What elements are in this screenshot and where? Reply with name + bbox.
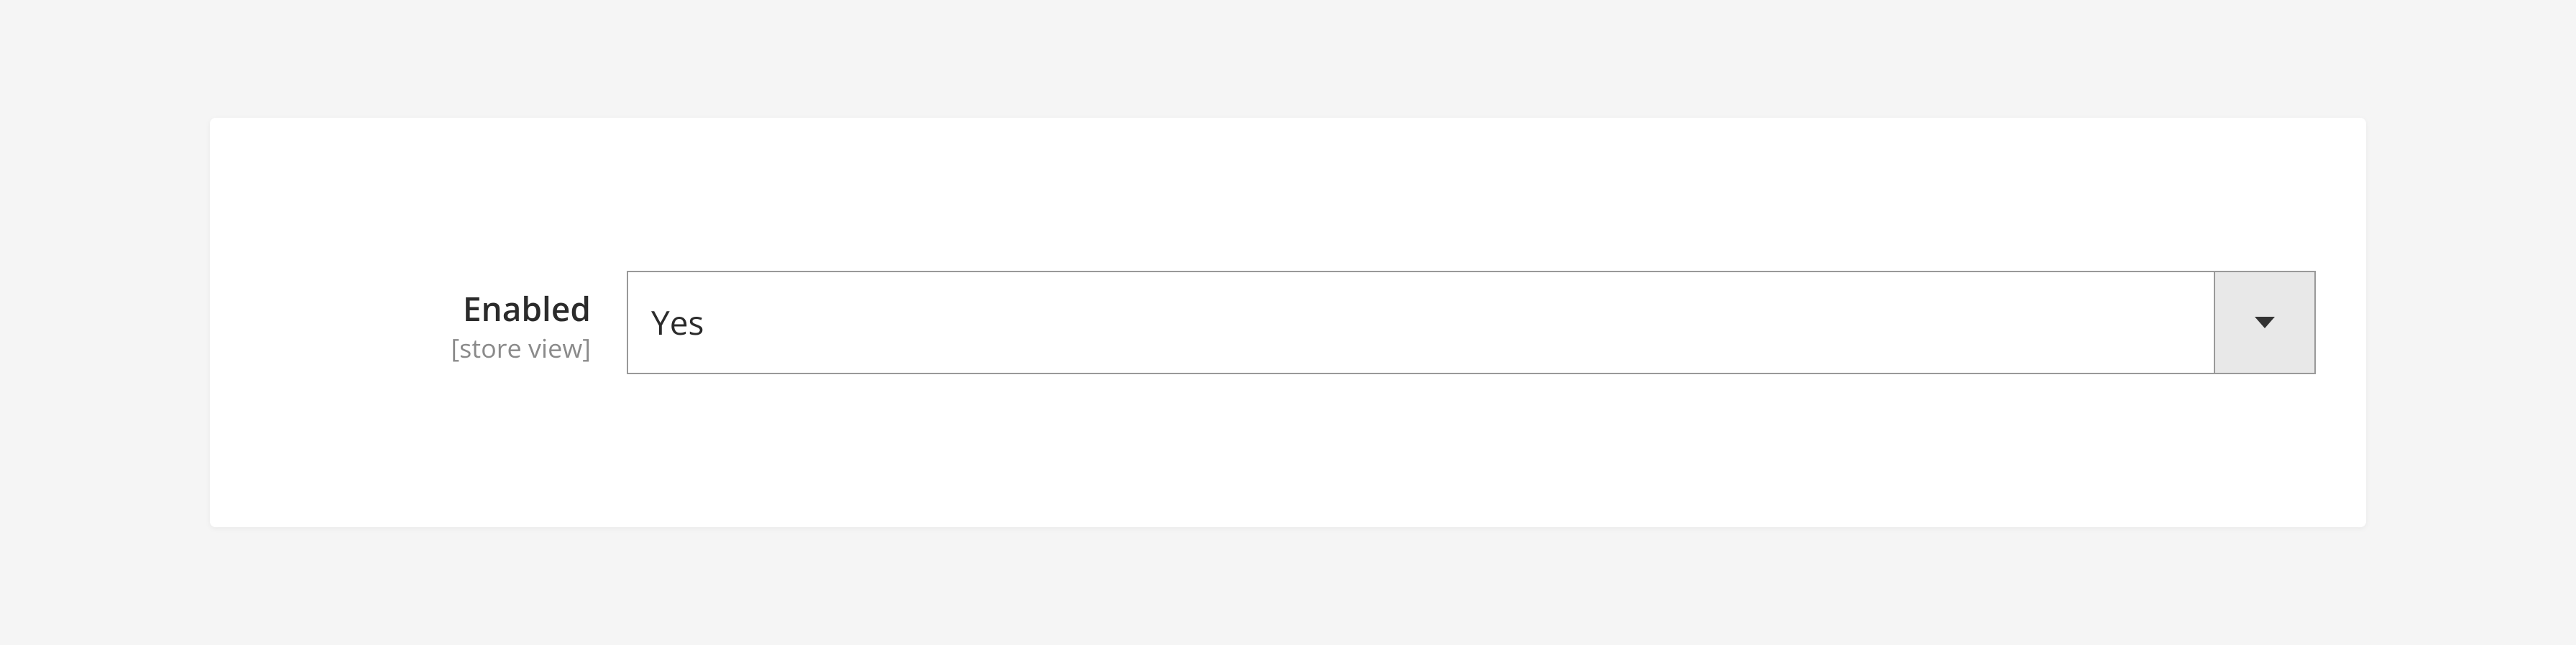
enabled-label-group: Enabled [store view] [368,271,627,366]
enabled-field-row: Enabled [store view] Yes [368,271,2316,374]
enabled-select-wrapper: Yes [627,271,2316,374]
enabled-scope-label: [store view] [368,330,591,366]
config-panel: Enabled [store view] Yes [210,118,2366,527]
enabled-label: Enabled [368,291,591,328]
enabled-select[interactable]: Yes [627,271,2316,374]
